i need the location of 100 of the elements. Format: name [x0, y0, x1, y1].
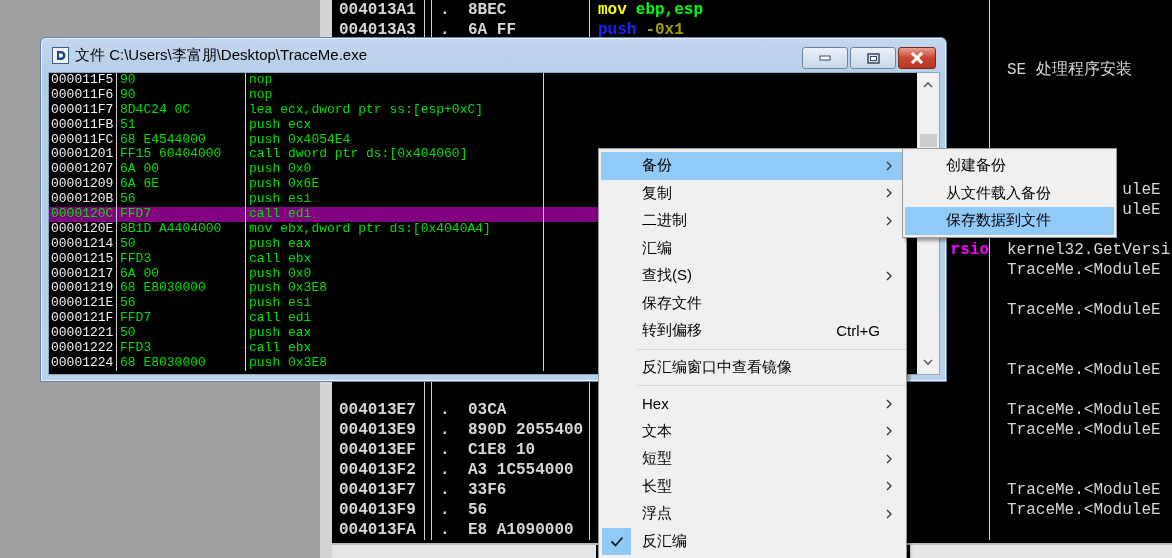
hex-bytes: 6A FF [468, 20, 516, 40]
hex-bytes: 90 [117, 73, 246, 88]
hex-bytes: 8BEC [468, 0, 507, 20]
menu-item[interactable]: 备份 [601, 152, 904, 180]
address-text[interactable]: 000011FB [49, 117, 117, 133]
hex-bytes: 68 E8030000 [117, 355, 246, 371]
menu-item[interactable]: 二进制 [601, 207, 904, 235]
menu-item[interactable]: 查找(S) [601, 262, 904, 290]
hex-bytes: 8B1D A4404000 [117, 221, 246, 237]
address-text[interactable]: 00001224 [49, 355, 117, 371]
menu-item[interactable]: 复制 [601, 179, 904, 207]
hex-bytes: C1E8 10 [468, 440, 536, 460]
hex-bytes: 68 E4544000 [117, 132, 246, 148]
address-text[interactable]: 0000120C [49, 207, 117, 222]
address-text: 004013E9 [339, 420, 416, 440]
hex-bytes: 6A 6E [117, 177, 246, 193]
address-text[interactable]: 00001201 [49, 147, 117, 163]
address-text[interactable]: 00001222 [49, 341, 117, 356]
scroll-up-icon [923, 81, 933, 88]
disasm-text: push ecx [246, 117, 544, 133]
window-title: 文件 C:\Users\李富朋\Desktop\TraceMe.exe [75, 45, 368, 65]
marker-dot: . [440, 400, 450, 420]
minimize-button[interactable] [802, 47, 848, 69]
maximize-button[interactable] [850, 47, 896, 69]
menu-item[interactable]: 创建备份 [905, 152, 1114, 180]
address-text[interactable]: 000011F5 [49, 73, 117, 88]
scroll-thumb[interactable] [919, 134, 937, 147]
marker-dot: . [440, 420, 450, 440]
disasm-text: call edi [246, 207, 544, 222]
address-text: 004013A1 [339, 0, 416, 20]
menu-item[interactable]: 保存数据到文件 [905, 207, 1114, 235]
hex-bytes: FFD3 [117, 251, 246, 267]
scroll-down-icon [923, 359, 933, 366]
disasm-text: push eax [246, 236, 544, 252]
menu-item[interactable]: 从文件载入备份 [905, 179, 1114, 207]
menu-item[interactable]: 反汇编 [601, 527, 904, 555]
address-text[interactable]: 000011FC [49, 132, 117, 148]
address-text[interactable]: 00001219 [49, 281, 117, 297]
menu-item[interactable]: 保存文件 [601, 289, 904, 317]
disasm-text: push 0x0 [246, 266, 544, 282]
comment-text: TraceMe.<ModuleE [1007, 500, 1161, 520]
comment-text: uleE [1122, 200, 1161, 220]
hex-bytes: A3 1C554000 [468, 460, 574, 480]
address-text[interactable]: 00001209 [49, 177, 117, 193]
menu-item[interactable]: 短型 [601, 445, 904, 473]
marker-dot: . [440, 460, 450, 480]
disasm-text: call edi [246, 311, 544, 327]
address-text[interactable]: 0000120E [49, 221, 117, 237]
address-text[interactable]: 00001221 [49, 326, 117, 342]
menu-item[interactable]: 转到偏移 Ctrl+G [601, 317, 904, 345]
hex-bytes: E8 A1090000 [468, 520, 574, 540]
checkmark-icon [609, 535, 624, 547]
app-icon [52, 46, 69, 64]
address-text: 004013EF [339, 440, 416, 460]
hex-bytes: 68 E8030000 [117, 281, 246, 297]
disasm-text: call dword ptr ds:[0x404060] [246, 147, 544, 163]
menu-item[interactable]: 汇编 [601, 234, 904, 262]
disasm-text: call ebx [246, 341, 544, 356]
hex-bytes: 90 [117, 87, 246, 103]
disasm-text: push esi [246, 296, 544, 312]
disasm-text: push eax [246, 326, 544, 342]
menu-item[interactable]: Hex [601, 390, 904, 418]
disasm-text: push 0x6E [246, 177, 544, 193]
address-text[interactable]: 000011F6 [49, 87, 117, 103]
address-text[interactable]: 00001214 [49, 236, 117, 252]
address-text[interactable]: 00001215 [49, 251, 117, 267]
hex-bytes: 8D4C24 0C [117, 102, 246, 118]
address-text[interactable]: 00001217 [49, 266, 117, 282]
menu-item[interactable]: 长型 [601, 472, 904, 500]
comment-text: TraceMe.<ModuleE [1007, 400, 1161, 420]
close-button[interactable] [898, 47, 936, 69]
menu-item[interactable]: 浮点 [601, 500, 904, 528]
address-text[interactable]: 000011F7 [49, 102, 117, 118]
disasm-text: push 0x0 [246, 162, 544, 178]
hex-bytes: 56 [117, 296, 246, 312]
close-icon [910, 52, 924, 64]
marker-dot: . [440, 440, 450, 460]
menu-item[interactable]: 反汇编窗口中查看镜像 [601, 353, 904, 381]
disasm-text: nop [246, 87, 544, 103]
hex-bytes: 33F6 [468, 480, 507, 500]
address-text: 004013F7 [339, 480, 416, 500]
disasm-text: lea ecx,dword ptr ss:[esp+0xC] [246, 102, 544, 118]
comment-text: TraceMe.<ModuleE [1007, 480, 1161, 500]
hex-bytes: FFD3 [117, 341, 246, 356]
disasm-text: rsio [950, 240, 989, 260]
address-text[interactable]: 0000121E [49, 296, 117, 312]
disasm-text: mov ebx,dword ptr ds:[0x4040A4] [246, 221, 544, 237]
disasm-text: mov ebp,esp [598, 0, 705, 20]
row-highlight [544, 207, 599, 222]
address-text[interactable]: 0000121F [49, 311, 117, 327]
comment-text: TraceMe.<ModuleE [1007, 260, 1161, 280]
menu-item[interactable]: 文本 [601, 417, 904, 445]
address-text: 004013E7 [339, 400, 416, 420]
address-text[interactable]: 00001207 [49, 162, 117, 178]
marker-dot: . [440, 480, 450, 500]
comment-text: uleE [1122, 180, 1161, 200]
disasm-text: call ebx [246, 251, 544, 267]
marker-dot: . [440, 520, 450, 540]
disasm-text: push 0x4054E4 [246, 132, 544, 148]
horizontal-scrollbar[interactable] [332, 545, 596, 558]
